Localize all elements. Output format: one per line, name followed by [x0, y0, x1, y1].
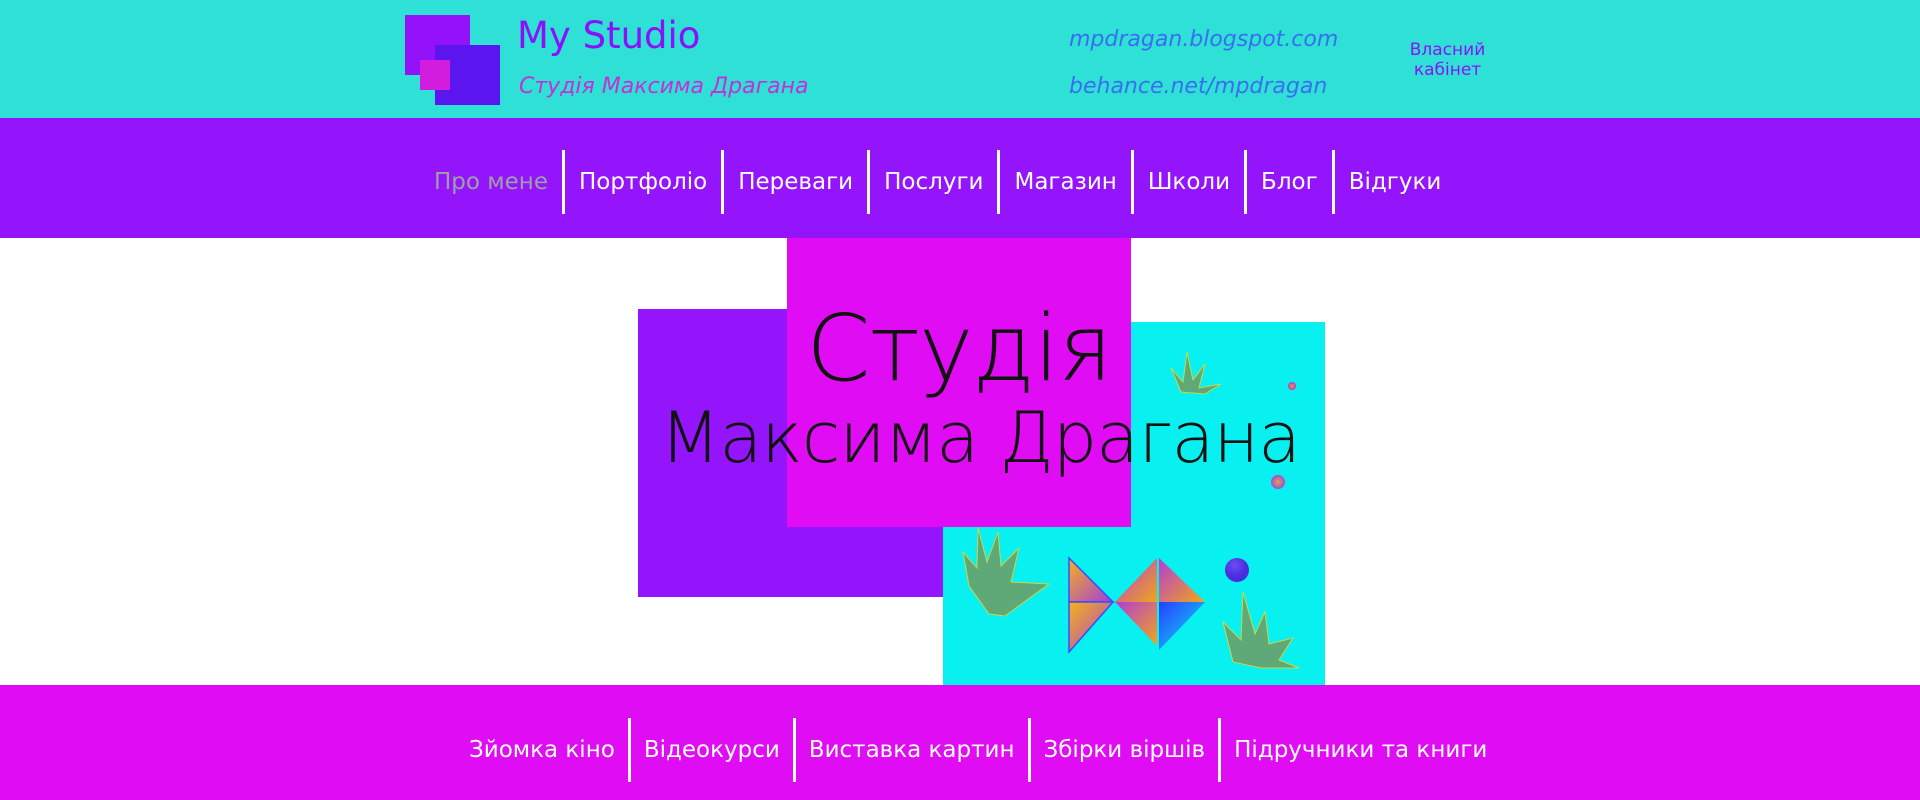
nav-item-video-courses[interactable]: Відеокурси — [631, 718, 793, 782]
main-nav: Про мене Портфоліо Переваги Послуги Мага… — [0, 118, 1920, 238]
nav-item-advantages[interactable]: Переваги — [724, 150, 867, 214]
nav-item-schools[interactable]: Школи — [1134, 150, 1244, 214]
nav-item-shop[interactable]: Магазин — [1000, 150, 1130, 214]
grass-tuft-icon — [1170, 351, 1222, 395]
logo-squares-icon[interactable] — [405, 15, 500, 105]
site-title[interactable]: My Studio — [517, 14, 700, 57]
behance-link[interactable]: behance.net/mpdragan — [1069, 74, 1327, 99]
grass-tuft-icon — [1222, 591, 1300, 669]
nav-item-blog[interactable]: Блог — [1247, 150, 1332, 214]
nav-item-about[interactable]: Про мене — [420, 150, 562, 214]
main-nav-list: Про мене Портфоліо Переваги Послуги Мага… — [420, 150, 1455, 214]
nav-item-services[interactable]: Послуги — [870, 150, 997, 214]
triangle-flower-icon — [1068, 556, 1205, 654]
nav-item-poetry[interactable]: Збірки віршів — [1031, 718, 1219, 782]
site-subtitle: Студія Максима Драгана — [519, 74, 809, 99]
account-link[interactable]: Власний кабінет — [1400, 40, 1495, 80]
grass-tuft-icon — [962, 527, 1051, 617]
nav-item-filming[interactable]: Зйомка кіно — [456, 718, 628, 782]
nav-item-reviews[interactable]: Відгуки — [1335, 150, 1456, 214]
logo-square-magenta — [420, 60, 450, 90]
dot-icon — [1288, 382, 1296, 390]
secondary-nav-list: Зйомка кіно Відеокурси Виставка картин З… — [456, 718, 1500, 782]
nav-item-portfolio[interactable]: Портфоліо — [565, 150, 721, 214]
dot-icon — [1225, 558, 1249, 582]
blog-link[interactable]: mpdragan.blogspot.com — [1069, 27, 1338, 52]
nav-item-books[interactable]: Підручники та книги — [1221, 718, 1500, 782]
nav-item-exhibition[interactable]: Виставка картин — [796, 718, 1028, 782]
hero-title-line2: Максима Драгана — [660, 397, 1301, 479]
hero-title-line1: Студія — [806, 295, 1113, 402]
secondary-nav: Зйомка кіно Відеокурси Виставка картин З… — [0, 685, 1920, 800]
site-header: My Studio Студія Максима Драгана mpdraga… — [0, 0, 1920, 118]
